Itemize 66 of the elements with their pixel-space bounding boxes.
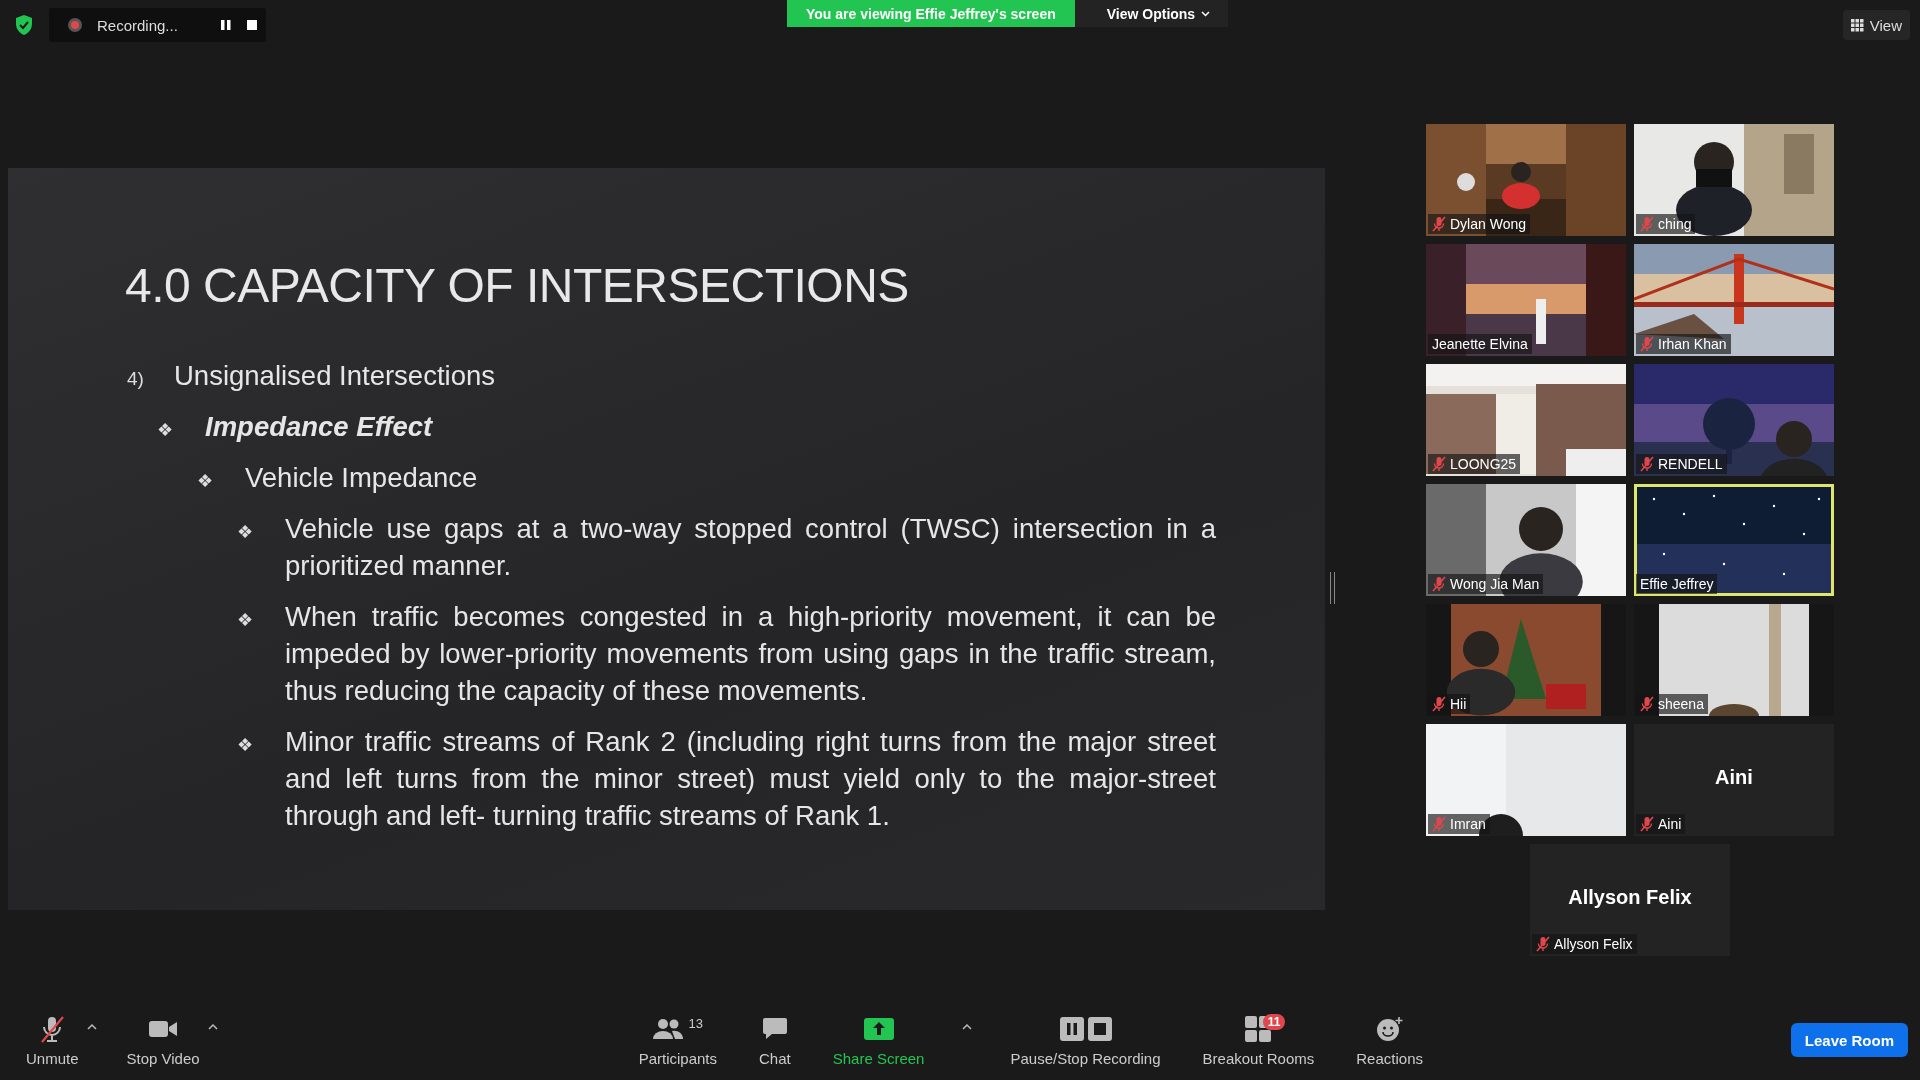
video-tile[interactable]: Aini Aini <box>1634 724 1834 836</box>
video-tile[interactable]: Irhan Khan <box>1634 244 1834 356</box>
bullet-marker: ❖ <box>157 419 174 441</box>
bullet-marker: ❖ <box>237 734 254 756</box>
participant-name: Dylan Wong <box>1450 216 1526 232</box>
participant-name: LOONG25 <box>1450 456 1517 472</box>
slide-title: 4.0 CAPACITY OF INTERSECTIONS <box>125 258 910 313</box>
bullet-marker: ❖ <box>237 521 254 543</box>
video-tile[interactable]: Imran <box>1426 724 1626 836</box>
shield-check-icon[interactable] <box>14 14 34 36</box>
participants-button[interactable]: 13 Participants <box>634 1009 722 1071</box>
video-button[interactable]: Stop Video <box>122 1009 204 1071</box>
participant-name: Hii <box>1450 696 1467 712</box>
participant-name: Irhan Khan <box>1658 336 1727 352</box>
bullet-marker: ❖ <box>237 609 254 631</box>
leave-room-button[interactable]: Leave Room <box>1790 1023 1908 1057</box>
people-icon <box>652 1017 683 1040</box>
video-tile[interactable]: Hii <box>1426 604 1626 716</box>
participant-name: Jeanette Elvina <box>1432 336 1528 352</box>
speech-bubble-icon <box>761 1016 788 1041</box>
slide-text: Vehicle Impedance <box>245 461 479 495</box>
video-tile[interactable]: Allyson Felix Allyson Felix <box>1530 844 1730 956</box>
participant-display-name: Allyson Felix <box>1567 886 1693 909</box>
video-tile[interactable]: sheena <box>1634 604 1834 716</box>
pause-icon[interactable] <box>219 19 232 31</box>
caret-icon <box>1201 10 1211 17</box>
video-tile[interactable]: Effie Jeffrey <box>1634 484 1834 596</box>
view-button[interactable]: View <box>1842 10 1910 40</box>
slide-text: Unsignalised Intersections <box>174 359 496 393</box>
video-tile[interactable]: Dylan Wong <box>1426 124 1626 236</box>
participant-count: 13 <box>688 1015 704 1031</box>
chat-button[interactable]: Chat <box>755 1009 795 1071</box>
video-tile[interactable]: RENDELL <box>1634 364 1834 476</box>
slide-text: Vehicle use gaps at a two-way stopped control (TWSC) intersection in a prioritized manner. <box>285 512 1216 583</box>
slide-text: When traffic becomes congested in a high-priority movement, it can be impeded by lower-priority movements from using gaps in the traffic stream, thus reducing the capacity of these movements. <box>285 600 1216 708</box>
participant-name: Aini <box>1658 816 1682 832</box>
stop-icon[interactable] <box>245 19 258 31</box>
share-button[interactable]: Share Screen <box>828 1009 929 1071</box>
video-tile[interactable]: Jeanette Elvina <box>1426 244 1626 356</box>
participant-name: Wong Jia Man <box>1450 576 1540 592</box>
slide-text: Minor traffic streams of Rank 2 (including right turns from the major street and left turns from the minor street) must yield only to the major-street through and left- turning traffic streams of Rank 1. <box>285 725 1216 833</box>
slide-text: Impedance Effect <box>205 410 434 444</box>
mic-button[interactable]: Unmute <box>22 1009 83 1071</box>
bullet-marker: ❖ <box>197 470 214 492</box>
grid-icon <box>1850 18 1864 32</box>
pause-stop-icon <box>1059 1016 1112 1041</box>
video-tile[interactable]: LOONG25 <box>1426 364 1626 476</box>
resize-handle[interactable] <box>1330 572 1335 604</box>
view-options-button[interactable]: View Options <box>1074 0 1229 27</box>
reactions-button[interactable]: Reactions <box>1352 1009 1427 1071</box>
smiley-plus-icon <box>1375 1015 1404 1042</box>
record-button[interactable]: Pause/Stop Recording <box>1006 1009 1165 1071</box>
count-badge: 11 <box>1262 1013 1286 1030</box>
video-tile[interactable]: Wong Jia Man <box>1426 484 1626 596</box>
list-number: 4) <box>126 368 145 390</box>
participant-name: RENDELL <box>1658 456 1723 472</box>
participant-name: sheena <box>1658 696 1704 712</box>
screen-share-banner: You are viewing Effie Jeffrey's screen <box>787 0 1075 27</box>
participant-name: ching <box>1658 216 1692 232</box>
participant-name: Effie Jeffrey <box>1640 576 1714 592</box>
recording-label: Recording... <box>97 16 178 34</box>
participant-name: Allyson Felix <box>1554 936 1633 952</box>
participant-name: Imran <box>1450 816 1486 832</box>
breakout-button[interactable]: 11 Breakout Rooms <box>1198 1009 1319 1071</box>
participant-display-name: Aini <box>1714 766 1754 789</box>
video-tile[interactable]: ching <box>1634 124 1834 236</box>
